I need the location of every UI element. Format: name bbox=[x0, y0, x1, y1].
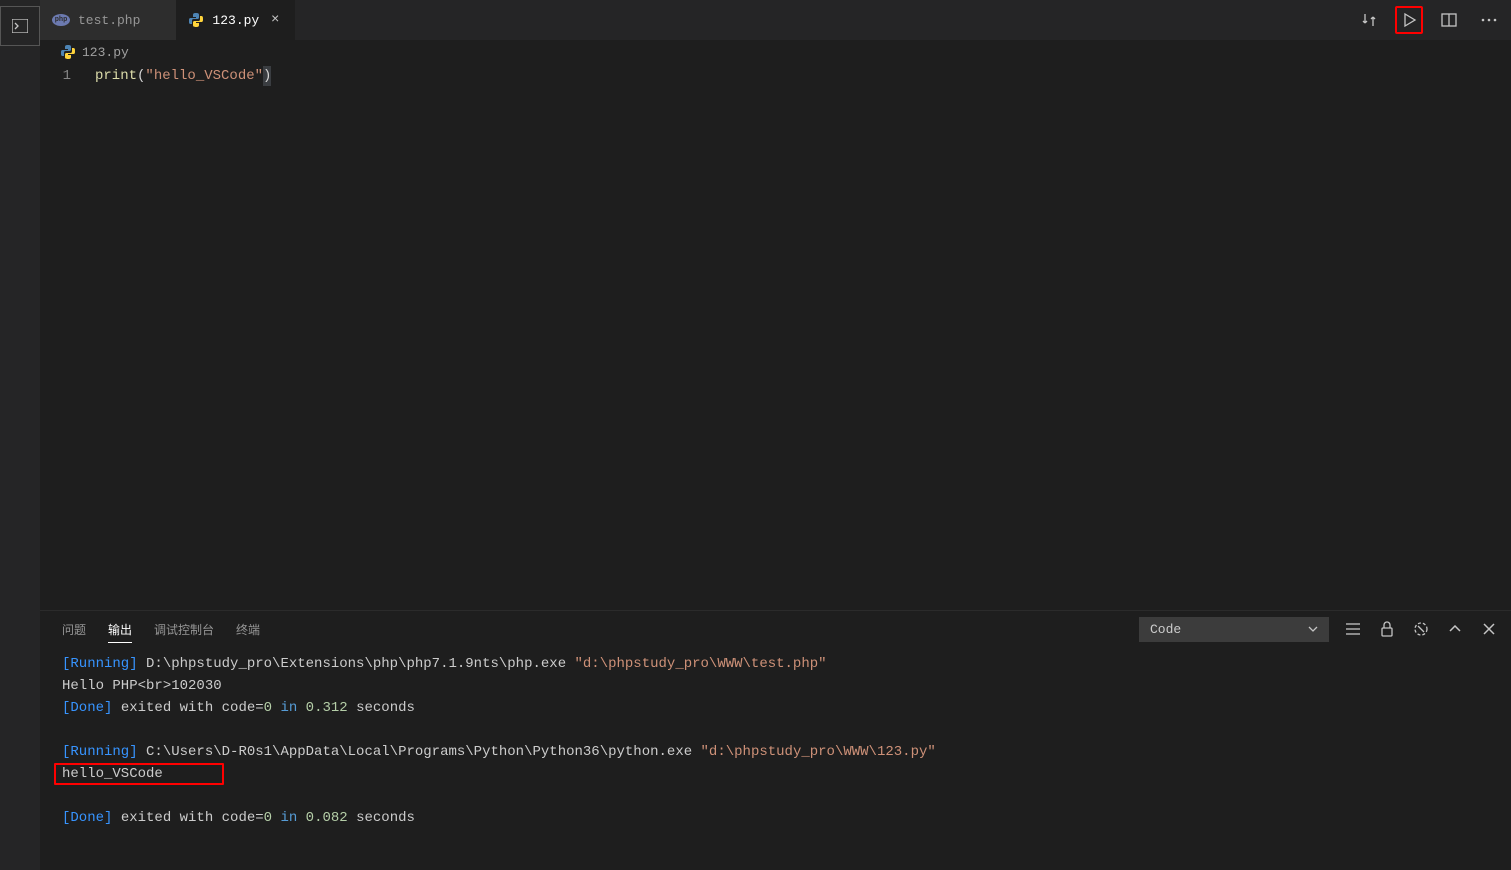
code-editor[interactable]: 1 print("hello_VSCode") bbox=[40, 64, 1511, 86]
editor-area: php test.php × 123.py × bbox=[40, 0, 1511, 610]
output-highlight-annotation bbox=[54, 763, 224, 785]
tab-actions bbox=[1355, 0, 1503, 40]
panel-tab-output[interactable]: 输出 bbox=[108, 611, 132, 647]
panel-tab-problems[interactable]: 问题 bbox=[62, 611, 86, 647]
chevron-down-icon bbox=[1308, 626, 1318, 632]
line-number: 1 bbox=[40, 66, 95, 86]
breadcrumb-file: 123.py bbox=[82, 45, 129, 60]
tab-test-php[interactable]: php test.php × bbox=[40, 0, 176, 40]
collapse-panel-icon[interactable] bbox=[1445, 619, 1465, 639]
close-panel-icon[interactable] bbox=[1479, 619, 1499, 639]
tab-123-py[interactable]: 123.py × bbox=[176, 0, 295, 40]
compare-changes-icon[interactable] bbox=[1355, 6, 1383, 34]
clear-output-icon[interactable] bbox=[1411, 619, 1431, 639]
php-icon: php bbox=[52, 14, 70, 26]
lock-scroll-icon[interactable] bbox=[1377, 619, 1397, 639]
panel-tab-debug-console[interactable]: 调试控制台 bbox=[154, 611, 214, 647]
close-icon[interactable]: × bbox=[267, 12, 283, 28]
panel-tab-bar: 问题 输出 调试控制台 终端 Code bbox=[40, 611, 1511, 647]
more-actions-icon[interactable] bbox=[1475, 6, 1503, 34]
panel-tab-terminal[interactable]: 终端 bbox=[236, 611, 260, 647]
output-channel-select[interactable]: Code bbox=[1139, 617, 1329, 642]
word-wrap-icon[interactable] bbox=[1343, 619, 1363, 639]
tab-label: 123.py bbox=[212, 13, 259, 28]
python-icon bbox=[60, 44, 76, 60]
bottom-panel: 问题 输出 调试控制台 终端 Code [R bbox=[40, 610, 1511, 870]
split-editor-icon[interactable] bbox=[1435, 6, 1463, 34]
breadcrumb[interactable]: 123.py bbox=[40, 40, 1511, 64]
panel-actions: Code bbox=[1139, 611, 1499, 647]
run-code-button[interactable] bbox=[1395, 6, 1423, 34]
tab-bar: php test.php × 123.py × bbox=[40, 0, 1511, 40]
code-content[interactable]: print("hello_VSCode") bbox=[95, 66, 271, 86]
output-content[interactable]: [Running] D:\phpstudy_pro\Extensions\php… bbox=[40, 647, 1511, 829]
tab-label: test.php bbox=[78, 13, 140, 28]
python-icon bbox=[188, 12, 204, 28]
code-line: 1 print("hello_VSCode") bbox=[40, 66, 1511, 86]
